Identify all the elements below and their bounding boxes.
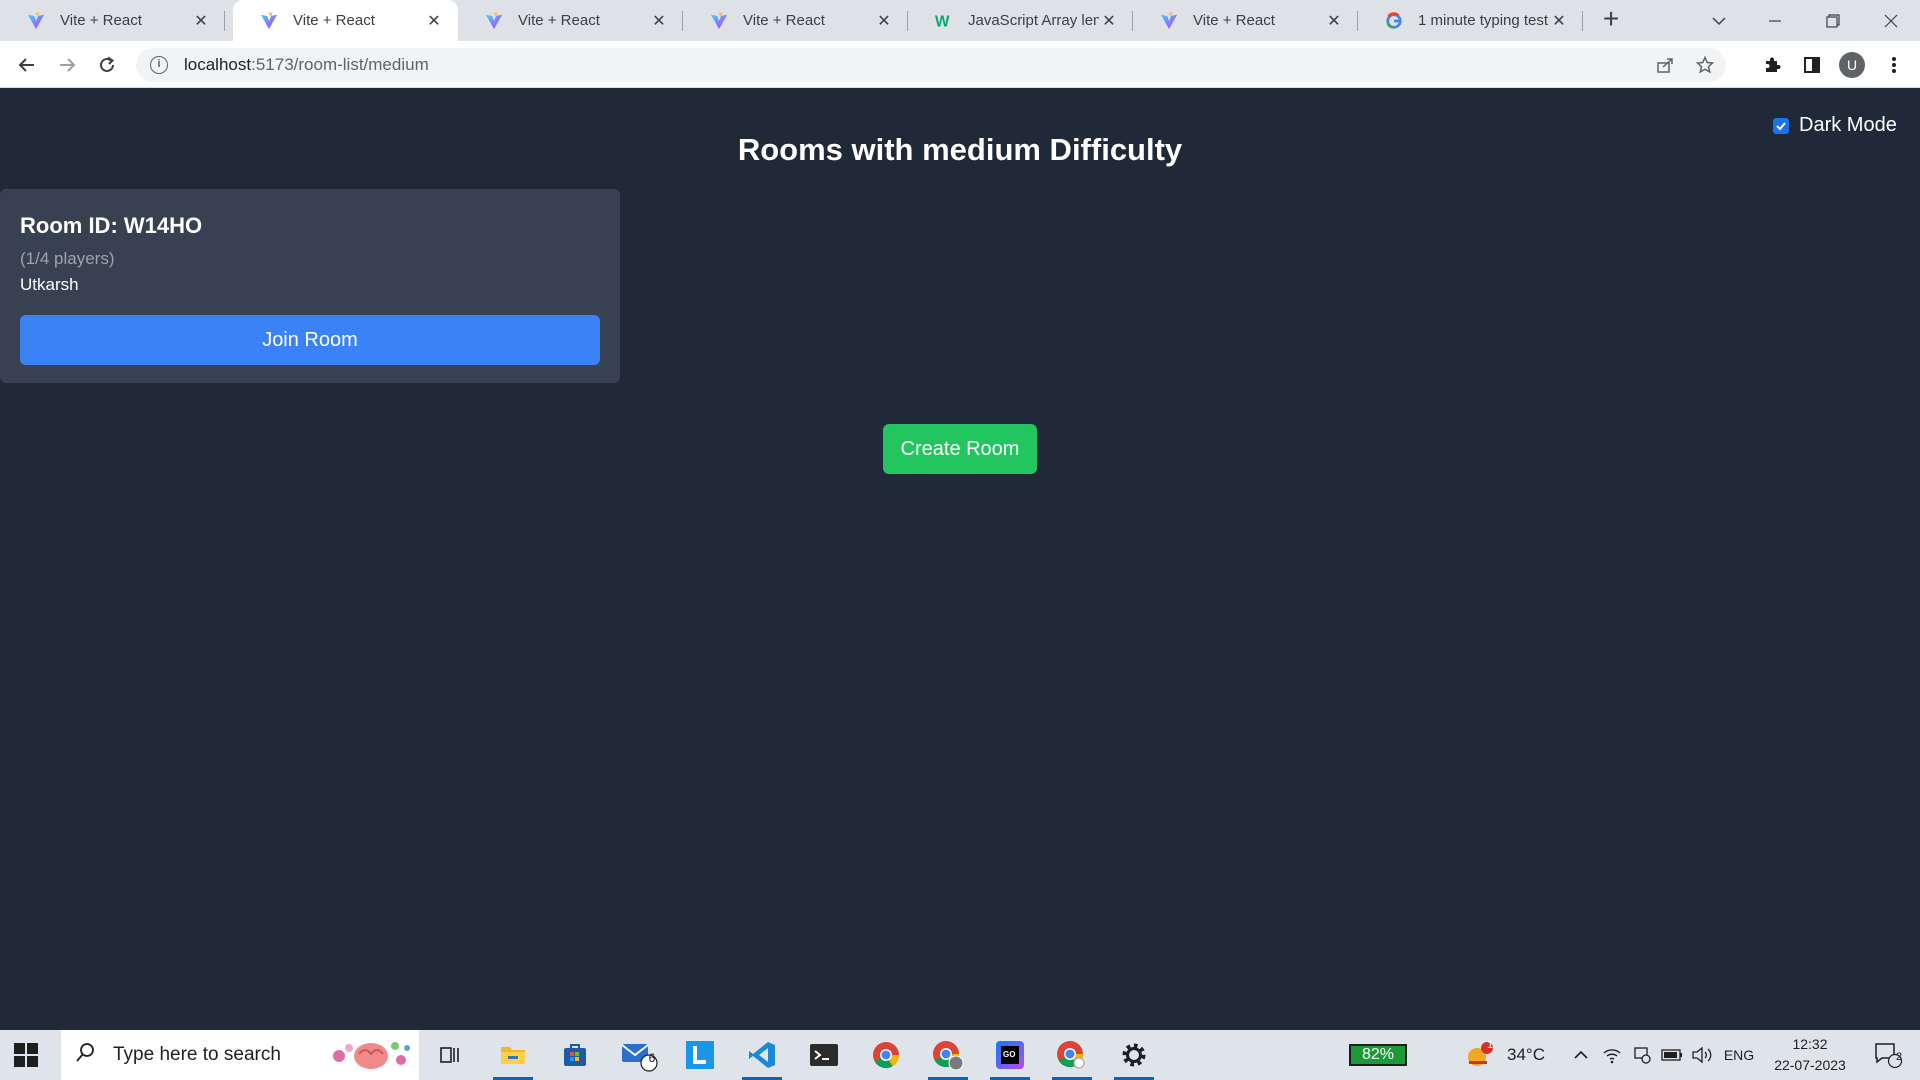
tab-title: JavaScript Array lengt bbox=[968, 12, 1099, 29]
close-icon[interactable]: ✕ bbox=[1549, 11, 1569, 31]
url-path: :5173/room-list/medium bbox=[251, 55, 429, 74]
temperature[interactable]: 34°C bbox=[1503, 1030, 1549, 1080]
w3schools-icon: W bbox=[934, 11, 954, 31]
room-player-count: (1/4 players) bbox=[20, 249, 115, 268]
profile-avatar[interactable]: U bbox=[1836, 49, 1868, 81]
room-card: Room ID: W14HO (1/4 players) Utkarsh Joi… bbox=[0, 189, 620, 383]
launcher-l-icon[interactable] bbox=[672, 1030, 728, 1080]
tab-title: 1 minute typing test ( bbox=[1418, 12, 1549, 29]
restore-icon[interactable] bbox=[1804, 0, 1862, 41]
tab-title: Vite + React bbox=[743, 12, 825, 29]
vite-icon bbox=[259, 11, 279, 31]
close-icon[interactable]: ✕ bbox=[1099, 11, 1119, 31]
tab-title: Vite + React bbox=[518, 12, 600, 29]
terminal-icon[interactable] bbox=[796, 1030, 852, 1080]
address-bar[interactable]: i localhost:5173/room-list/medium bbox=[136, 48, 1726, 82]
url-host: localhost bbox=[184, 55, 252, 74]
chrome-profile-icon[interactable] bbox=[920, 1030, 976, 1080]
browser-tab[interactable]: Vite + React ✕ bbox=[683, 0, 908, 41]
browser-tab-strip: Vite + React ✕ Vite + React ✕ Vite + Rea… bbox=[0, 0, 1920, 41]
create-room-button[interactable]: Create Room bbox=[883, 424, 1037, 474]
tab-separator bbox=[224, 11, 225, 31]
extensions-puzzle-icon[interactable] bbox=[1756, 49, 1788, 81]
close-icon[interactable]: ✕ bbox=[649, 11, 669, 31]
goland-icon[interactable]: GO bbox=[982, 1030, 1038, 1080]
chrome-icon[interactable] bbox=[1044, 1030, 1100, 1080]
browser-tab[interactable]: Vite + React ✕ bbox=[458, 0, 683, 41]
back-arrow-icon[interactable] bbox=[11, 49, 43, 81]
clock-time: 12:32 bbox=[1792, 1036, 1828, 1052]
tab-title: Vite + React bbox=[1193, 12, 1275, 29]
browser-toolbar: i localhost:5173/room-list/medium U bbox=[0, 41, 1920, 88]
tab-separator bbox=[1582, 11, 1583, 31]
reload-icon[interactable] bbox=[91, 49, 123, 81]
weather-icon[interactable]: 1 bbox=[1460, 1030, 1500, 1080]
file-explorer-icon[interactable] bbox=[485, 1030, 541, 1080]
microsoft-store-icon[interactable] bbox=[547, 1030, 603, 1080]
room-id: Room ID: W14HO bbox=[20, 213, 203, 238]
page-title: Rooms with medium Difficulty bbox=[737, 132, 1183, 167]
side-panel-icon[interactable] bbox=[1796, 49, 1828, 81]
close-icon[interactable]: ✕ bbox=[874, 11, 894, 31]
windows-start-icon[interactable] bbox=[14, 1043, 38, 1067]
network-wifi-icon[interactable] bbox=[1598, 1030, 1626, 1080]
google-icon bbox=[1384, 11, 1404, 31]
task-view-icon[interactable] bbox=[422, 1030, 478, 1080]
vite-icon bbox=[1159, 11, 1179, 31]
search-icon bbox=[75, 1041, 97, 1069]
vscode-icon[interactable] bbox=[734, 1030, 790, 1080]
battery-indicator[interactable]: 82% bbox=[1349, 1044, 1407, 1066]
share-icon[interactable] bbox=[1648, 48, 1682, 82]
notification-center-icon[interactable]: 2 bbox=[1866, 1030, 1910, 1080]
taskbar-clock[interactable]: 12:32 22-07-2023 bbox=[1760, 1034, 1860, 1076]
volume-icon[interactable] bbox=[1688, 1030, 1716, 1080]
notification-count: 2 bbox=[1895, 1051, 1903, 1063]
tab-title: Vite + React bbox=[60, 12, 142, 29]
site-info-icon[interactable]: i bbox=[150, 56, 168, 74]
windows-taskbar: Type here to search 6 GO 82% 1 34°C ENG … bbox=[0, 1030, 1920, 1080]
mail-icon[interactable]: 6 bbox=[610, 1030, 666, 1080]
vite-icon bbox=[26, 11, 46, 31]
browser-tab[interactable]: Vite + React ✕ bbox=[0, 0, 225, 41]
browser-tab[interactable]: W JavaScript Array lengt ✕ bbox=[908, 0, 1133, 41]
mail-badge: 6 bbox=[648, 1051, 656, 1065]
close-icon[interactable]: ✕ bbox=[1324, 11, 1344, 31]
display-icon[interactable] bbox=[1628, 1030, 1656, 1080]
page-content: Dark Mode Rooms with medium Difficulty R… bbox=[0, 88, 1920, 1030]
vite-icon bbox=[709, 11, 729, 31]
settings-gear-icon[interactable] bbox=[1106, 1030, 1162, 1080]
browser-tab[interactable]: 1 minute typing test ( ✕ bbox=[1358, 0, 1583, 41]
close-icon[interactable]: ✕ bbox=[191, 11, 211, 31]
search-highlight-brain-icon bbox=[327, 1036, 413, 1074]
menu-kebab-icon[interactable] bbox=[1878, 49, 1910, 81]
svg-text:GO: GO bbox=[1003, 1050, 1015, 1059]
close-icon[interactable]: ✕ bbox=[424, 11, 444, 31]
room-player-name: Utkarsh bbox=[20, 275, 79, 294]
chrome-icon[interactable] bbox=[858, 1030, 914, 1080]
forward-arrow-icon[interactable] bbox=[51, 49, 83, 81]
clock-date: 22-07-2023 bbox=[1774, 1057, 1846, 1073]
search-placeholder: Type here to search bbox=[113, 1044, 281, 1065]
battery-icon[interactable] bbox=[1658, 1030, 1686, 1080]
join-room-button[interactable]: Join Room bbox=[20, 315, 600, 365]
vite-icon bbox=[484, 11, 504, 31]
taskbar-search-box[interactable]: Type here to search bbox=[61, 1030, 419, 1080]
browser-tab[interactable]: Vite + React ✕ bbox=[1133, 0, 1358, 41]
tab-search-chevron-icon[interactable] bbox=[1690, 0, 1748, 41]
close-window-icon[interactable] bbox=[1862, 0, 1920, 41]
bookmark-star-icon[interactable] bbox=[1688, 48, 1722, 82]
tab-title: Vite + React bbox=[293, 12, 375, 29]
avatar: U bbox=[1839, 52, 1865, 78]
language-indicator[interactable]: ENG bbox=[1720, 1030, 1758, 1080]
chevron-up-icon[interactable] bbox=[1568, 1030, 1594, 1080]
weather-badge: 1 bbox=[1487, 1039, 1494, 1051]
browser-tab-active[interactable]: Vite + React ✕ bbox=[233, 0, 458, 41]
minimize-icon[interactable] bbox=[1746, 0, 1804, 41]
svg-text:W: W bbox=[935, 13, 950, 30]
new-tab-button[interactable]: + bbox=[1597, 5, 1625, 34]
